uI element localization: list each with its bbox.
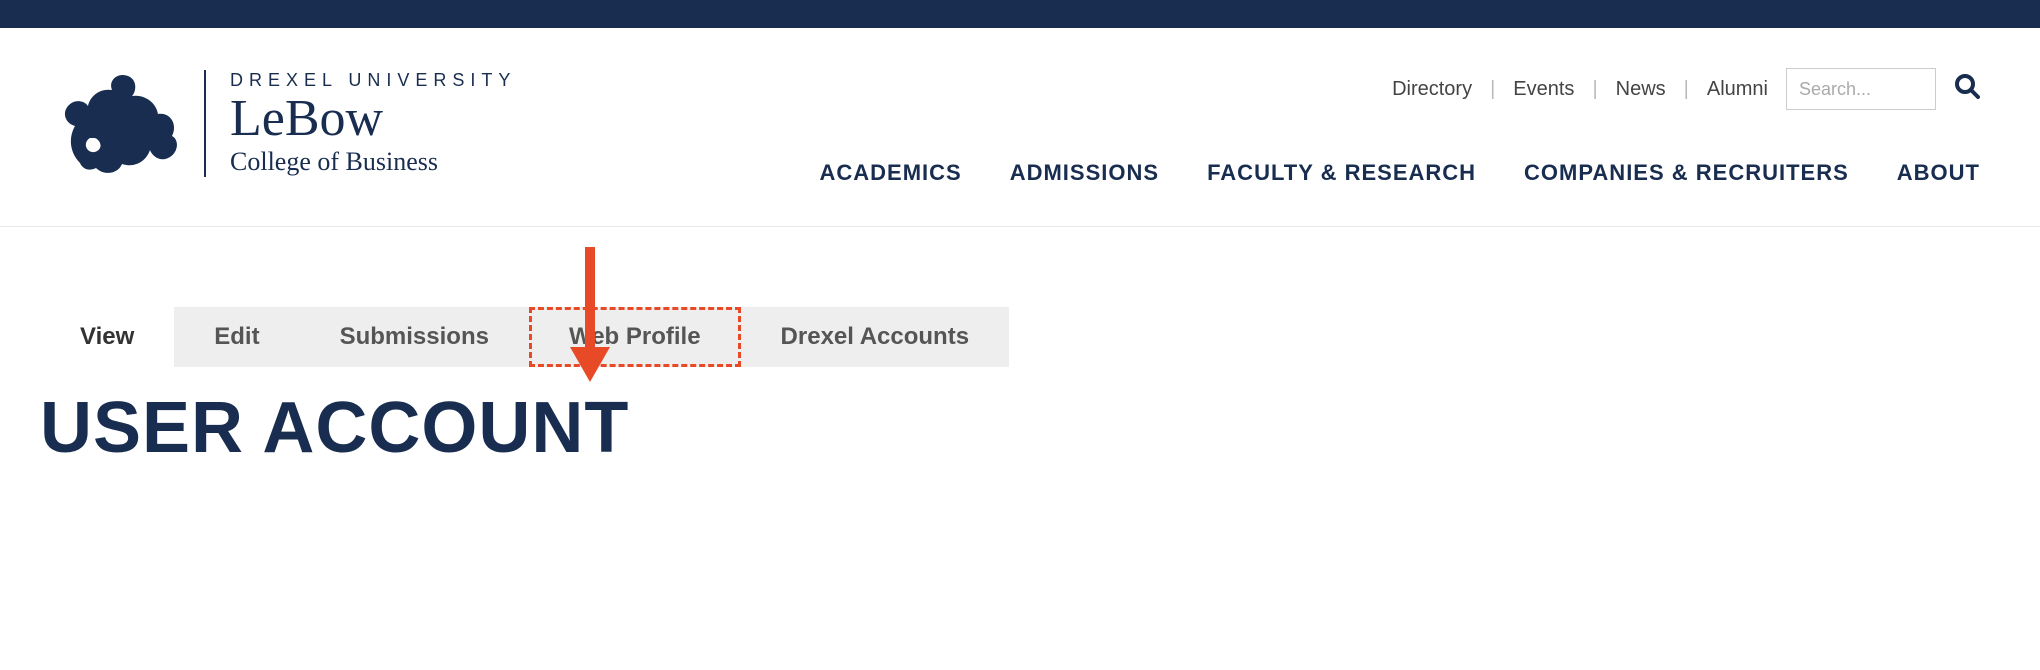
page-title: USER ACCOUNT: [40, 387, 2000, 469]
tab-view[interactable]: View: [40, 307, 174, 367]
logo-name: LeBow: [230, 93, 516, 145]
top-bar: [0, 0, 2040, 28]
utility-nav: Directory | Events | News | Alumni: [1392, 68, 1980, 110]
logo-university: DREXEL UNIVERSITY: [230, 70, 516, 91]
tab-edit[interactable]: Edit: [174, 307, 299, 367]
content-area: View Edit Submissions Web Profile Drexel…: [0, 307, 2040, 509]
search-input[interactable]: [1786, 68, 1936, 110]
site-header: DREXEL UNIVERSITY LeBow College of Busin…: [0, 28, 2040, 227]
tab-web-profile[interactable]: Web Profile: [529, 307, 741, 367]
search-icon[interactable]: [1954, 73, 1980, 105]
main-nav: ACADEMICS ADMISSIONS FACULTY & RESEARCH …: [819, 160, 1980, 186]
tab-submissions[interactable]: Submissions: [300, 307, 529, 367]
tab-drexel-accounts[interactable]: Drexel Accounts: [741, 307, 1010, 367]
nav-admissions[interactable]: ADMISSIONS: [1010, 160, 1159, 186]
separator: |: [1592, 78, 1597, 101]
separator: |: [1684, 78, 1689, 101]
nav-faculty-research[interactable]: FACULTY & RESEARCH: [1207, 160, 1476, 186]
nav-companies-recruiters[interactable]: COMPANIES & RECRUITERS: [1524, 160, 1849, 186]
nav-academics[interactable]: ACADEMICS: [819, 160, 961, 186]
nav-directory[interactable]: Directory: [1392, 78, 1472, 101]
nav-events[interactable]: Events: [1513, 78, 1574, 101]
nav-alumni[interactable]: Alumni: [1707, 78, 1768, 101]
header-right: Directory | Events | News | Alumni ACADE…: [819, 68, 1980, 186]
nav-news[interactable]: News: [1616, 78, 1666, 101]
nav-about[interactable]: ABOUT: [1897, 160, 1980, 186]
tabs: View Edit Submissions Web Profile Drexel…: [40, 307, 2000, 367]
separator: |: [1490, 78, 1495, 101]
logo-subtitle: College of Business: [230, 147, 516, 177]
logo[interactable]: DREXEL UNIVERSITY LeBow College of Busin…: [60, 68, 516, 178]
logo-text: DREXEL UNIVERSITY LeBow College of Busin…: [204, 70, 516, 177]
dragon-icon: [60, 68, 180, 178]
